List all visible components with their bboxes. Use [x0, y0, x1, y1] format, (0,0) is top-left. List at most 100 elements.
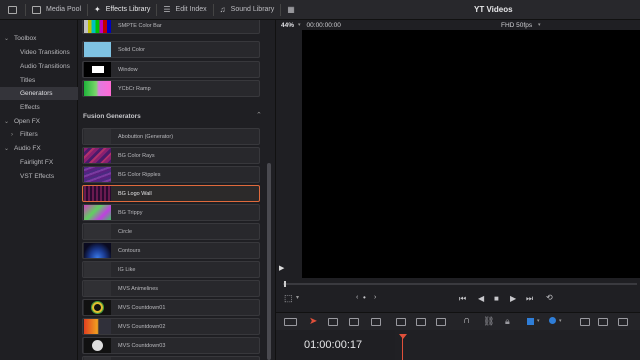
sidebar-item-label: Titles — [20, 77, 36, 84]
zoom-detail-icon[interactable] — [598, 318, 608, 326]
color-rays-thumbnail — [84, 148, 111, 163]
library-scrollbar[interactable] — [267, 163, 271, 360]
chevron-down-icon[interactable]: ▾ — [537, 318, 540, 324]
flag-color-icon[interactable] — [527, 318, 534, 325]
play-icon[interactable]: ▶ — [510, 294, 516, 303]
smpte-thumbnail — [84, 20, 111, 33]
chevron-down-icon: ⌄ — [4, 36, 10, 42]
lock-icon[interactable]: 🔒︎ — [505, 316, 510, 327]
library-item-mvs-countdown03[interactable]: MVS Countdown03 — [82, 337, 260, 354]
playhead-marker[interactable] — [399, 334, 407, 339]
video-viewer[interactable] — [302, 30, 640, 278]
library-item-label: MVS Countdown03 — [118, 342, 166, 349]
sidebar-item-audio-fx[interactable]: ⌄ Audio FX — [0, 142, 78, 155]
chevron-up-icon[interactable]: ⌃ — [256, 111, 262, 119]
go-to-end-icon[interactable]: ⏭ — [526, 294, 533, 304]
library-item-solid-color[interactable]: Solid Color — [82, 41, 260, 58]
sidebar-item-vst-effects[interactable]: VST Effects — [0, 170, 78, 183]
media-pool-button[interactable]: Media Pool — [26, 0, 87, 20]
play-icon[interactable]: ▶ — [279, 264, 284, 272]
edit-index-button[interactable]: ☰ Edit Index — [157, 0, 212, 20]
timeline-timecode[interactable]: 01:00:00:17 — [304, 339, 362, 351]
timeline-ruler[interactable] — [395, 330, 640, 360]
crop-icon[interactable]: ⬚ — [284, 293, 293, 304]
overwrite-clip-icon[interactable] — [416, 318, 426, 326]
scrub-head[interactable] — [284, 281, 286, 287]
marker-dot-icon[interactable]: • — [363, 293, 366, 302]
trippy-thumbnail — [84, 205, 111, 220]
format-selector[interactable]: FHD 50fps — [501, 22, 532, 29]
viewer-scrub-bar[interactable] — [283, 283, 637, 285]
sound-library-label: Sound Library — [230, 6, 275, 13]
library-item-bg-logo-wall[interactable]: BG Logo Wall — [82, 185, 260, 202]
library-item-ycbcr-ramp[interactable]: YCbCr Ramp — [82, 80, 260, 97]
sidebar-item-audio-transitions[interactable]: Audio Transitions — [0, 60, 78, 73]
sidebar-item-label: Generators — [20, 90, 53, 97]
library-item-partial[interactable] — [82, 356, 260, 360]
logo-wall-thumbnail — [84, 186, 111, 201]
library-item-circle[interactable]: Circle — [82, 223, 260, 240]
library-item-label: IG Like — [118, 266, 136, 273]
snapping-icon[interactable]: ∩ — [463, 315, 470, 326]
trim-tool-icon[interactable] — [328, 318, 338, 326]
blade-tool-icon[interactable] — [371, 318, 381, 326]
library-item-mvs-countdown01[interactable]: MVS Countdown01 — [82, 299, 260, 316]
layout-icon[interactable] — [284, 318, 297, 326]
sidebar-item-fairlight-fx[interactable]: Fairlight FX — [0, 156, 78, 169]
chevron-down-icon[interactable]: ▾ — [296, 294, 299, 301]
play-reverse-icon[interactable]: ◀ — [478, 294, 484, 303]
chevron-down-icon[interactable]: ▾ — [538, 22, 541, 28]
solid-color-thumbnail — [84, 42, 111, 57]
sidebar-item-open-fx[interactable]: ⌄ Open FX — [0, 115, 78, 128]
chevron-right-icon: › — [11, 131, 13, 138]
prev-icon[interactable]: ‹ — [356, 294, 358, 301]
effects-library-button[interactable]: ✦ Effects Library — [88, 0, 156, 20]
magic-wand-icon: ✦ — [94, 5, 101, 14]
monitor-toggle-button[interactable] — [0, 0, 25, 20]
next-icon[interactable]: › — [374, 294, 376, 301]
library-item-contours[interactable]: Contours — [82, 242, 260, 259]
loop-icon[interactable]: ⟲ — [546, 293, 553, 302]
viewer-left-gutter — [276, 30, 302, 278]
marker-color-icon[interactable] — [549, 317, 556, 324]
contours-thumbnail — [84, 243, 111, 258]
sidebar-item-titles[interactable]: Titles — [0, 74, 78, 87]
zoom-level[interactable]: 44% — [281, 22, 294, 29]
sidebar-item-filters[interactable]: › Filters — [0, 128, 78, 141]
replace-clip-icon[interactable] — [436, 318, 446, 326]
library-item-bg-color-rays[interactable]: BG Color Rays — [82, 147, 260, 164]
library-item-label: BG Trippy — [118, 209, 143, 216]
sidebar-item-toolbox[interactable]: ⌄ Toolbox — [0, 32, 78, 45]
sidebar-item-effects[interactable]: Effects — [0, 101, 78, 114]
library-item-label: BG Logo Wall — [118, 190, 152, 197]
playhead[interactable] — [402, 334, 403, 360]
go-to-start-icon[interactable]: ⏮ — [459, 294, 466, 304]
library-item-label: MVS Animelines — [118, 285, 159, 292]
chevron-down-icon: ⌄ — [4, 119, 10, 125]
library-item-label: Contours — [118, 247, 141, 254]
sound-library-button[interactable]: ♫ Sound Library — [214, 0, 281, 20]
chevron-down-icon[interactable]: ▾ — [559, 318, 562, 324]
library-item-window[interactable]: Window — [82, 61, 260, 78]
sidebar-item-generators[interactable]: Generators — [0, 87, 78, 100]
library-item-bg-trippy[interactable]: BG Trippy — [82, 204, 260, 221]
library-item-bg-color-ripples[interactable]: BG Color Ripples — [82, 166, 260, 183]
zoom-custom-icon[interactable] — [618, 318, 628, 326]
sidebar-item-video-transitions[interactable]: Video Transitions — [0, 46, 78, 59]
library-item-abobutton[interactable]: Abobutton (Generator) — [82, 128, 260, 145]
library-item-smpte-color-bar[interactable]: SMPTE Color Bar — [82, 20, 260, 34]
layout-toggle-button[interactable]: ▦ — [281, 0, 301, 20]
stop-icon[interactable]: ■ — [494, 294, 499, 303]
library-item-label: Window — [118, 66, 138, 73]
dynamic-trim-icon[interactable] — [349, 318, 359, 326]
fusion-generators-header[interactable]: Fusion Generators — [83, 113, 141, 120]
library-item-mvs-animelines[interactable]: MVS Animelines — [82, 280, 260, 297]
library-item-mvs-countdown02[interactable]: MVS Countdown02 — [82, 318, 260, 335]
library-item-ig-like[interactable]: IG Like — [82, 261, 260, 278]
insert-clip-icon[interactable] — [396, 318, 406, 326]
link-icon[interactable]: ⛓ — [483, 316, 494, 327]
window-thumbnail — [84, 62, 111, 77]
selection-tool-icon[interactable]: ➤ — [309, 316, 317, 327]
zoom-full-icon[interactable] — [580, 318, 590, 326]
chevron-down-icon[interactable]: ▾ — [298, 22, 301, 28]
